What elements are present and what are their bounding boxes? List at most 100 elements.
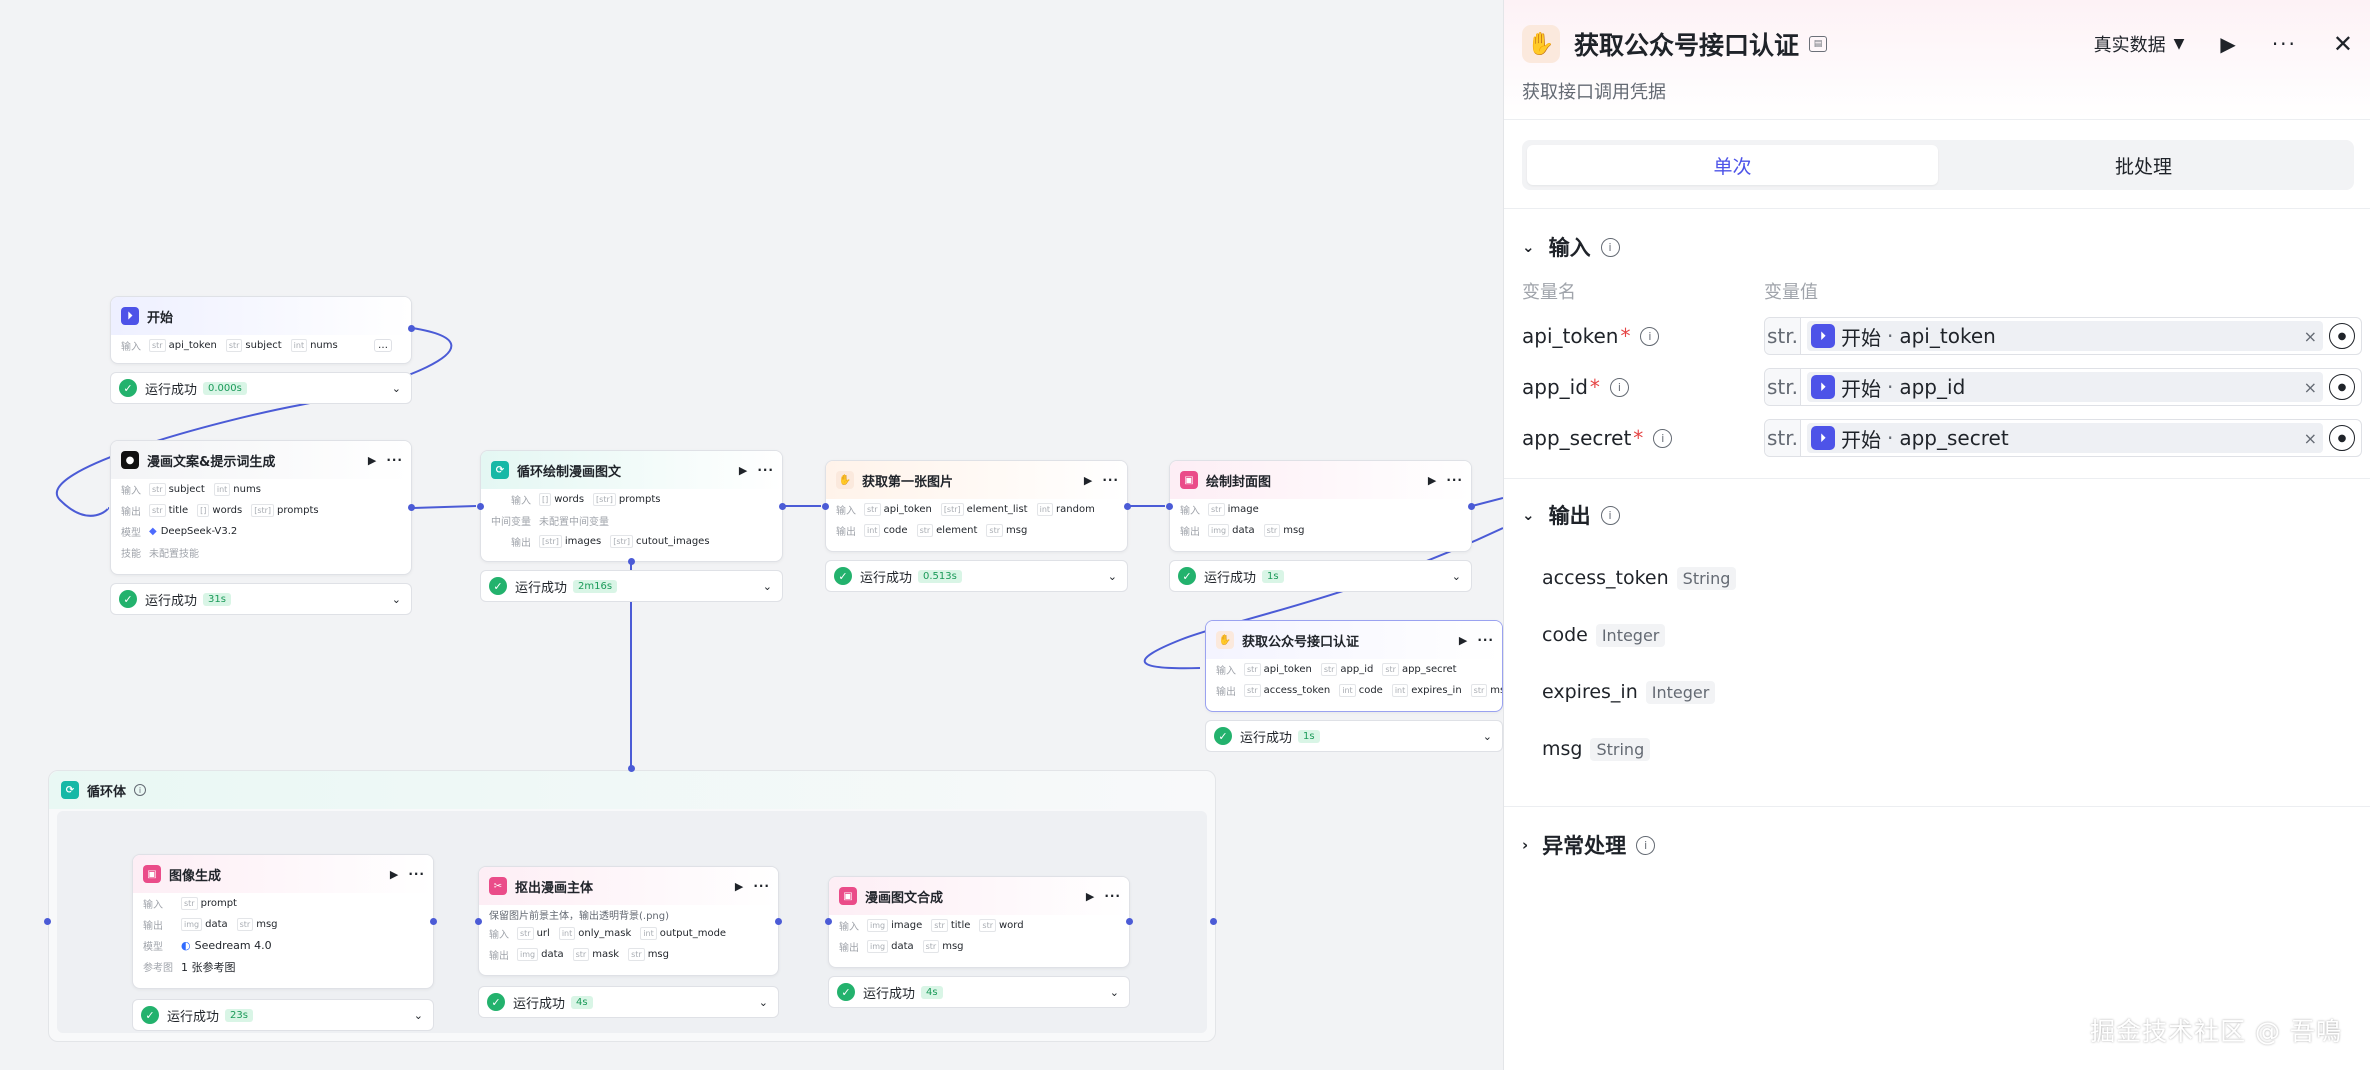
chevron-down-icon[interactable]: ⌄ — [414, 1009, 423, 1022]
data-mode-select[interactable]: 真实数据 — [2094, 31, 2166, 57]
plugin-icon[interactable]: ▤ — [1809, 36, 1828, 52]
more-icon[interactable]: ··· — [2272, 32, 2297, 56]
info-icon[interactable]: i — [134, 784, 147, 796]
status-auth[interactable]: ✓ 运行成功 1s ⌄ — [1205, 720, 1503, 752]
more-icon[interactable]: ··· — [753, 879, 770, 893]
var-reference[interactable]: ⏵ 开始 · app_secret × — [1807, 423, 2323, 453]
chevron-down-icon[interactable]: ⌄ — [1522, 238, 1535, 256]
node-loop[interactable]: ⟳ 循环绘制漫画图文 ▶ ··· 输入 [] words [str] prompts… — [480, 450, 783, 562]
more-icon[interactable]: ··· — [1446, 473, 1463, 487]
status-start[interactable]: ✓ 运行成功 0.000s ⌄ — [110, 372, 412, 404]
loop-body-in-port[interactable] — [628, 765, 635, 772]
chevron-right-icon[interactable]: › — [1522, 836, 1528, 854]
status-cover[interactable]: ✓ 运行成功 1s ⌄ — [1169, 560, 1472, 592]
loop-start-port[interactable] — [44, 918, 51, 925]
node-cover[interactable]: ▣ 绘制封面图 ▶ ··· 输入 str image 输出 img data str… — [1169, 460, 1472, 552]
error-section-header[interactable]: › 异常处理 i — [1522, 830, 1656, 860]
var-value-field[interactable]: str. ⏵ 开始 · api_token × ● — [1764, 317, 2362, 355]
run-icon[interactable]: ▶ — [735, 880, 743, 893]
input-port[interactable] — [475, 918, 482, 925]
output-section-header[interactable]: ⌄ 输出 i — [1522, 500, 1620, 530]
status-first-image[interactable]: ✓ 运行成功 0.513s ⌄ — [825, 560, 1128, 592]
var-value-field[interactable]: str. ⏵ 开始 · app_id × ● — [1764, 368, 2362, 406]
chevron-down-icon[interactable]: ⌄ — [1110, 986, 1119, 999]
info-icon[interactable]: i — [1600, 237, 1620, 257]
status-cutout[interactable]: ✓ 运行成功 4s ⌄ — [478, 986, 779, 1018]
chevron-down-icon[interactable]: ⌄ — [392, 593, 401, 606]
clear-icon[interactable]: × — [2304, 378, 2317, 397]
chevron-down-icon[interactable]: ⌄ — [1483, 730, 1492, 743]
run-icon[interactable]: ▶ — [2220, 32, 2235, 56]
run-icon[interactable]: ▶ — [1084, 474, 1092, 487]
run-icon[interactable]: ▶ — [1459, 634, 1467, 647]
caret-down-icon[interactable]: ▼ — [2174, 36, 2185, 52]
var-value-field[interactable]: str. ⏵ 开始 · app_secret × ● — [1764, 419, 2362, 457]
output-port[interactable] — [1468, 503, 1475, 510]
node-start[interactable]: ⏵ 开始 输入 str api_token str subject int nums … — [110, 296, 412, 364]
input-port[interactable] — [825, 918, 832, 925]
ref-var: api_token — [1899, 324, 1996, 348]
output-port[interactable] — [408, 325, 415, 332]
chevron-down-icon[interactable]: ⌄ — [759, 996, 768, 1009]
run-icon[interactable]: ▶ — [739, 464, 747, 477]
var-reference[interactable]: ⏵ 开始 · api_token × — [1807, 321, 2323, 351]
info-icon[interactable]: i — [1640, 326, 1660, 346]
output-port[interactable] — [775, 918, 782, 925]
info-icon[interactable]: i — [1653, 428, 1673, 448]
chevron-down-icon[interactable]: ⌄ — [1108, 570, 1117, 583]
chevron-down-icon[interactable]: ⌄ — [392, 382, 401, 395]
more-icon[interactable]: ··· — [408, 867, 425, 881]
input-section-header[interactable]: ⌄ 输入 i — [1522, 232, 1620, 262]
node-cutout[interactable]: ✂ 抠出漫画主体 ▶ ··· 保留图片前景主体，输出透明背景(.png) 输入 … — [478, 866, 779, 976]
chevron-down-icon[interactable]: ⌄ — [763, 580, 772, 593]
tab-single[interactable]: 单次 — [1527, 145, 1938, 185]
info-icon[interactable]: i — [1609, 377, 1629, 397]
node-image-gen[interactable]: ▣ 图像生成 ▶ ··· 输入 str prompt 输出 img data str… — [132, 854, 434, 989]
status-image-gen[interactable]: ✓ 运行成功 23s ⌄ — [132, 999, 434, 1031]
status-comic[interactable]: ✓ 运行成功 31s ⌄ — [110, 583, 412, 615]
node-comic-text[interactable]: ● 漫画文案&提示词生成 ▶ ··· 输入 str subject int nums… — [110, 440, 412, 575]
close-icon[interactable]: ✕ — [2333, 30, 2353, 58]
tab-batch[interactable]: 批处理 — [1938, 145, 2349, 185]
output-port[interactable] — [1126, 918, 1133, 925]
info-icon[interactable]: i — [1636, 835, 1656, 855]
output-port[interactable] — [408, 504, 415, 511]
target-icon[interactable]: ● — [2329, 425, 2355, 451]
run-icon[interactable]: ▶ — [1428, 474, 1436, 487]
output-row: access_token String — [1542, 561, 1737, 595]
node-compose[interactable]: ▣ 漫画图文合成 ▶ ··· 输入 img image str title str w… — [828, 876, 1130, 968]
output-port[interactable] — [1124, 503, 1131, 510]
loop-body-port[interactable] — [628, 558, 635, 565]
node-first-image[interactable]: ✋ 获取第一张图片 ▶ ··· 输入 str api_token [str] ele… — [825, 460, 1128, 552]
clear-icon[interactable]: × — [2304, 429, 2317, 448]
node-title: 绘制封面图 — [1206, 474, 1272, 490]
run-icon[interactable]: ▶ — [368, 454, 376, 467]
more-icon[interactable]: ··· — [1477, 633, 1494, 647]
status-compose[interactable]: ✓ 运行成功 4s ⌄ — [828, 976, 1130, 1008]
output-port[interactable] — [779, 503, 786, 510]
more-icon[interactable]: ··· — [1102, 473, 1119, 487]
run-icon[interactable]: ▶ — [1086, 890, 1094, 903]
status-loop[interactable]: ✓ 运行成功 2m16s ⌄ — [480, 570, 783, 602]
more-vars[interactable]: … — [374, 339, 392, 352]
workflow-canvas[interactable]: ⏵ 开始 输入 str api_token str subject int nums … — [0, 0, 1503, 1070]
run-icon[interactable]: ▶ — [390, 868, 398, 881]
loop-end-port[interactable] — [1210, 918, 1217, 925]
more-icon[interactable]: ··· — [757, 463, 774, 477]
node-auth[interactable]: ✋ 获取公众号接口认证 ▶ ··· 输入 str api_token str app… — [1205, 620, 1503, 712]
output-port[interactable] — [430, 918, 437, 925]
clear-icon[interactable]: × — [2304, 327, 2317, 346]
chevron-down-icon[interactable]: ⌄ — [1452, 570, 1461, 583]
more-icon[interactable]: ··· — [1104, 889, 1121, 903]
chevron-down-icon[interactable]: ⌄ — [1522, 506, 1535, 524]
input-port[interactable] — [822, 503, 829, 510]
input-port[interactable] — [477, 503, 484, 510]
var-chip: int output_mode — [640, 927, 726, 940]
input-port[interactable] — [1166, 503, 1173, 510]
more-icon[interactable]: ··· — [386, 453, 403, 467]
info-icon[interactable]: i — [1600, 505, 1620, 525]
target-icon[interactable]: ● — [2329, 323, 2355, 349]
target-icon[interactable]: ● — [2329, 374, 2355, 400]
var-reference[interactable]: ⏵ 开始 · app_id × — [1807, 372, 2323, 402]
status-text: 运行成功 — [167, 1009, 220, 1025]
